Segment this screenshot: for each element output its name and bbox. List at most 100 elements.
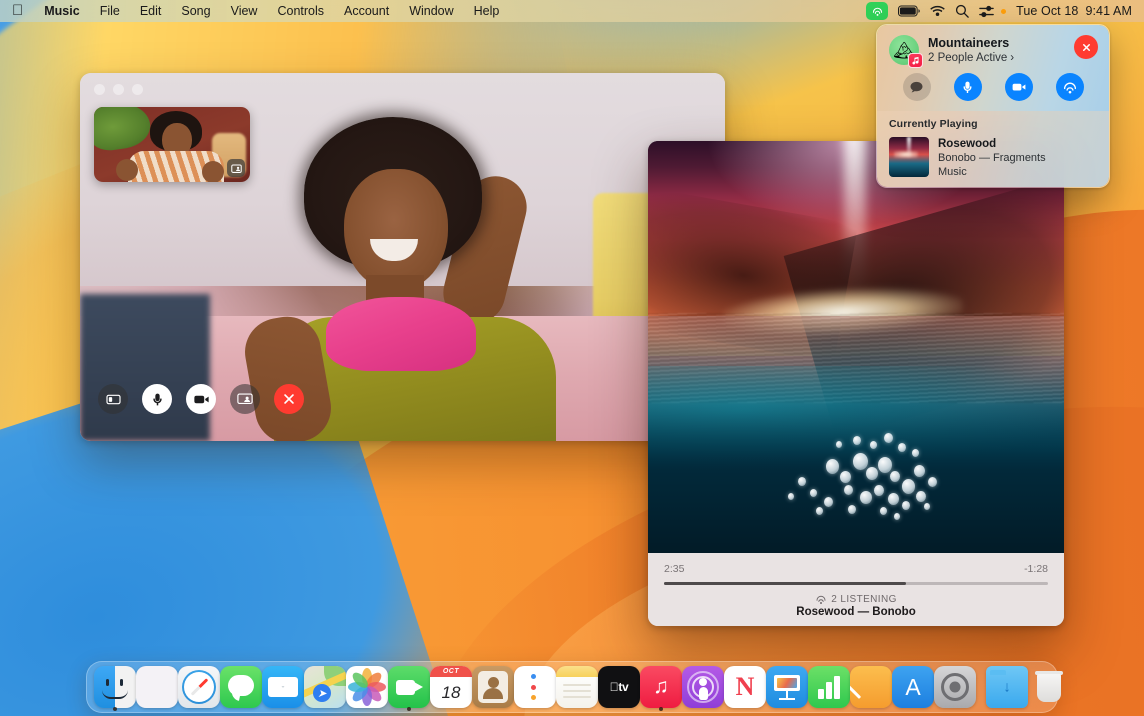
dock-item-music[interactable]: ♫ (640, 664, 682, 710)
group-avatar: 🏔 (889, 35, 919, 65)
facetime-window[interactable] (80, 73, 725, 441)
artwork-bubble (924, 503, 930, 510)
now-playing-title: Rosewood — Bonobo (664, 606, 1048, 618)
leave-shareplay-button[interactable] (1074, 35, 1098, 59)
participant-scarf (326, 297, 476, 371)
dock-item-appstore[interactable]: A (892, 664, 934, 710)
menu-item-account[interactable]: Account (334, 0, 399, 22)
window-traffic-lights[interactable] (94, 84, 143, 95)
dock-item-safari[interactable] (178, 664, 220, 710)
dock-item-contacts[interactable] (472, 664, 514, 710)
battery-icon[interactable] (898, 5, 920, 17)
dock-item-messages[interactable] (220, 664, 262, 710)
shareplay-group-row[interactable]: 🏔 Mountaineers 2 People Active › (889, 35, 1097, 66)
shareplay-button[interactable] (1056, 73, 1084, 101)
share-screen-button[interactable] (230, 384, 260, 414)
facetime-call-controls[interactable] (98, 384, 304, 414)
artwork-bubble (798, 477, 806, 486)
video-button[interactable] (1005, 73, 1033, 101)
dock-item-maps[interactable]: ➤ (304, 664, 346, 710)
menu-bar:  Music File Edit Song View Controls Acc… (0, 0, 1144, 22)
microphone-button[interactable] (142, 384, 172, 414)
control-center-icon[interactable] (979, 5, 994, 18)
menu-item-controls[interactable]: Controls (267, 0, 334, 22)
dock-item-trash[interactable] (1028, 664, 1070, 710)
artwork-bubble (788, 493, 794, 500)
menu-bar-status-area: Tue Oct 18 9:41 AM (866, 2, 1144, 20)
dock-item-finder[interactable] (94, 664, 136, 710)
listening-count-label: 2 LISTENING (831, 594, 897, 605)
menu-bar-clock[interactable]: Tue Oct 18 9:41 AM (1016, 4, 1132, 18)
dock-item-facetime[interactable] (388, 664, 430, 710)
trash-icon (1028, 666, 1070, 708)
music-mini-player-window[interactable]: 2:35 -1:28 2 LISTENING Rosewood — Bonobo (648, 141, 1064, 626)
downloads-folder-icon: ↓ (986, 666, 1028, 708)
menu-item-help[interactable]: Help (464, 0, 510, 22)
shareplay-group-text: Mountaineers 2 People Active › (928, 35, 1014, 66)
close-button[interactable] (94, 84, 105, 95)
menu-item-edit[interactable]: Edit (130, 0, 172, 22)
messages-icon (220, 666, 262, 708)
photos-icon (346, 666, 388, 708)
message-bubble-icon (909, 80, 924, 95)
apple-logo-icon[interactable]:  (12, 3, 34, 20)
calendar-month: OCT (430, 666, 472, 677)
contacts-icon (472, 666, 514, 708)
artwork-bubble (928, 477, 937, 487)
participant-face (344, 169, 448, 291)
shareplay-action-buttons[interactable] (877, 73, 1109, 101)
chevron-right-icon: › (1010, 51, 1014, 66)
artwork-bubble (902, 479, 915, 494)
finder-icon (94, 666, 136, 708)
dock-item-reminders[interactable] (514, 664, 556, 710)
dock-item-numbers[interactable] (808, 664, 850, 710)
artwork-bubble (810, 489, 817, 497)
messages-button[interactable] (903, 73, 931, 101)
artwork-bubble (826, 459, 839, 474)
dock-item-podcasts[interactable] (682, 664, 724, 710)
portrait-mode-icon[interactable] (227, 159, 245, 177)
playback-scrubber[interactable] (664, 582, 1048, 585)
shareplay-status-icon[interactable] (866, 2, 888, 20)
album-thumbnail (889, 137, 929, 177)
menu-item-window[interactable]: Window (399, 0, 463, 22)
shareplay-icon (1062, 80, 1078, 95)
dock-item-notes[interactable] (556, 664, 598, 710)
track-source-app: Music (938, 165, 1046, 179)
dock-item-tv[interactable]: tv (598, 664, 640, 710)
artwork-bubble (844, 485, 853, 495)
microphone-button[interactable] (954, 73, 982, 101)
minimize-button[interactable] (113, 84, 124, 95)
dock[interactable]: ➤ OCT 18 tv (86, 661, 1058, 713)
launchpad-icon (136, 666, 178, 708)
running-indicator (407, 707, 411, 711)
dock-item-pages[interactable] (850, 664, 892, 710)
participants-row[interactable]: 2 People Active › (928, 51, 1014, 66)
menu-item-file[interactable]: File (90, 0, 130, 22)
sidebar-toggle-button[interactable] (98, 384, 128, 414)
dock-item-downloads[interactable]: ↓ (986, 664, 1028, 710)
dock-item-keynote[interactable] (766, 664, 808, 710)
menu-item-music[interactable]: Music (34, 0, 89, 22)
video-camera-button[interactable] (186, 384, 216, 414)
end-call-button[interactable] (274, 384, 304, 414)
numbers-icon (808, 666, 850, 708)
wifi-icon[interactable] (930, 5, 945, 17)
now-playing-row[interactable]: Rosewood Bonobo — Fragments Music (889, 137, 1097, 179)
dock-item-calendar[interactable]: OCT 18 (430, 664, 472, 710)
artwork-bubble (894, 513, 900, 520)
dock-item-settings[interactable] (934, 664, 976, 710)
news-icon: N (724, 666, 766, 708)
shareplay-now-playing-section: Currently Playing Rosewood Bonobo — Frag… (877, 111, 1109, 188)
artwork-bubble (848, 505, 856, 514)
dock-item-launchpad[interactable] (136, 664, 178, 710)
zoom-button[interactable] (132, 84, 143, 95)
dock-item-photos[interactable] (346, 664, 388, 710)
dock-item-news[interactable]: N (724, 664, 766, 710)
menu-item-song[interactable]: Song (171, 0, 220, 22)
menu-item-view[interactable]: View (221, 0, 268, 22)
shareplay-panel[interactable]: 🏔 Mountaineers 2 People Active › (876, 24, 1110, 188)
search-icon[interactable] (955, 4, 969, 18)
facetime-self-view[interactable] (94, 107, 250, 182)
dock-item-mail[interactable] (262, 664, 304, 710)
